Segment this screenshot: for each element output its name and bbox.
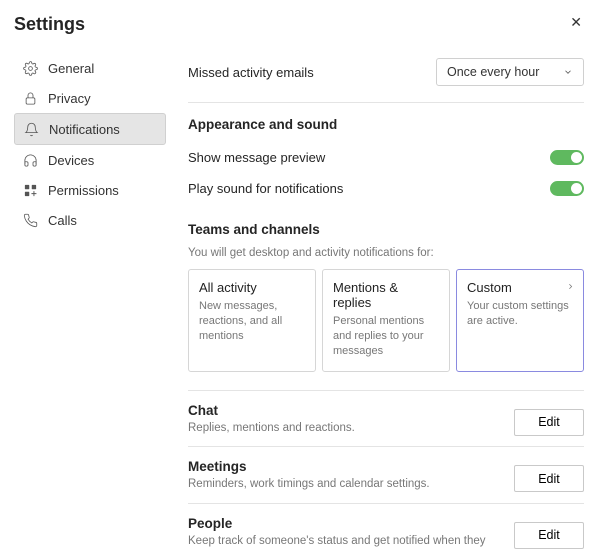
divider [188, 102, 584, 103]
edit-people-button[interactable]: Edit [514, 522, 584, 549]
dropdown-value: Once every hour [447, 65, 539, 79]
card-desc: Personal mentions and replies to your me… [333, 314, 439, 359]
sidebar-item-calls[interactable]: Calls [14, 205, 166, 235]
edit-meetings-button[interactable]: Edit [514, 465, 584, 492]
sidebar-item-permissions[interactable]: Permissions [14, 175, 166, 205]
section-desc: Keep track of someone's status and get n… [188, 534, 502, 549]
sidebar-item-label: Calls [48, 213, 77, 228]
lock-icon [22, 90, 38, 106]
bell-icon [23, 121, 39, 137]
section-title: Chat [188, 403, 502, 418]
card-title: Mentions & replies [333, 280, 439, 310]
section-title: People [188, 516, 502, 531]
headset-icon [22, 152, 38, 168]
section-people: People Keep track of someone's status an… [188, 503, 584, 549]
close-button[interactable]: ✕ [570, 14, 582, 31]
teams-card-mentions-replies[interactable]: Mentions & replies Personal mentions and… [322, 269, 450, 372]
sidebar-item-label: Permissions [48, 183, 119, 198]
teams-card-all-activity[interactable]: All activity New messages, reactions, an… [188, 269, 316, 372]
teams-heading: Teams and channels [188, 222, 584, 237]
sidebar-item-privacy[interactable]: Privacy [14, 83, 166, 113]
section-desc: Replies, mentions and reactions. [188, 421, 502, 437]
card-title: All activity [199, 280, 305, 295]
play-sound-toggle[interactable] [550, 181, 584, 196]
sidebar: Settings General Privacy Notifications D… [0, 0, 176, 549]
appearance-heading: Appearance and sound [188, 117, 584, 132]
phone-icon [22, 212, 38, 228]
card-title: Custom [467, 280, 573, 295]
chevron-right-icon [566, 282, 575, 291]
sidebar-item-general[interactable]: General [14, 53, 166, 83]
missed-emails-label: Missed activity emails [188, 65, 314, 80]
edit-chat-button[interactable]: Edit [514, 409, 584, 436]
sidebar-item-label: Notifications [49, 122, 120, 137]
teams-card-custom[interactable]: Custom Your custom settings are active. [456, 269, 584, 372]
section-title: Meetings [188, 459, 502, 474]
play-sound-label: Play sound for notifications [188, 181, 343, 196]
card-desc: Your custom settings are active. [467, 299, 573, 329]
teams-subheading: You will get desktop and activity notifi… [188, 247, 584, 259]
apps-icon [22, 182, 38, 198]
chevron-down-icon [563, 67, 573, 77]
sidebar-item-devices[interactable]: Devices [14, 145, 166, 175]
sidebar-item-label: Devices [48, 153, 94, 168]
main-content: Missed activity emails Once every hour A… [176, 0, 600, 549]
gear-icon [22, 60, 38, 76]
sidebar-item-label: General [48, 61, 94, 76]
settings-title: Settings [14, 14, 166, 35]
section-chat: Chat Replies, mentions and reactions. Ed… [188, 390, 584, 447]
card-desc: New messages, reactions, and all mention… [199, 299, 305, 344]
missed-emails-dropdown[interactable]: Once every hour [436, 58, 584, 86]
section-desc: Reminders, work timings and calendar set… [188, 477, 502, 493]
sidebar-item-label: Privacy [48, 91, 91, 106]
sidebar-item-notifications[interactable]: Notifications [14, 113, 166, 145]
section-meetings: Meetings Reminders, work timings and cal… [188, 446, 584, 503]
show-preview-label: Show message preview [188, 150, 325, 165]
show-preview-toggle[interactable] [550, 150, 584, 165]
